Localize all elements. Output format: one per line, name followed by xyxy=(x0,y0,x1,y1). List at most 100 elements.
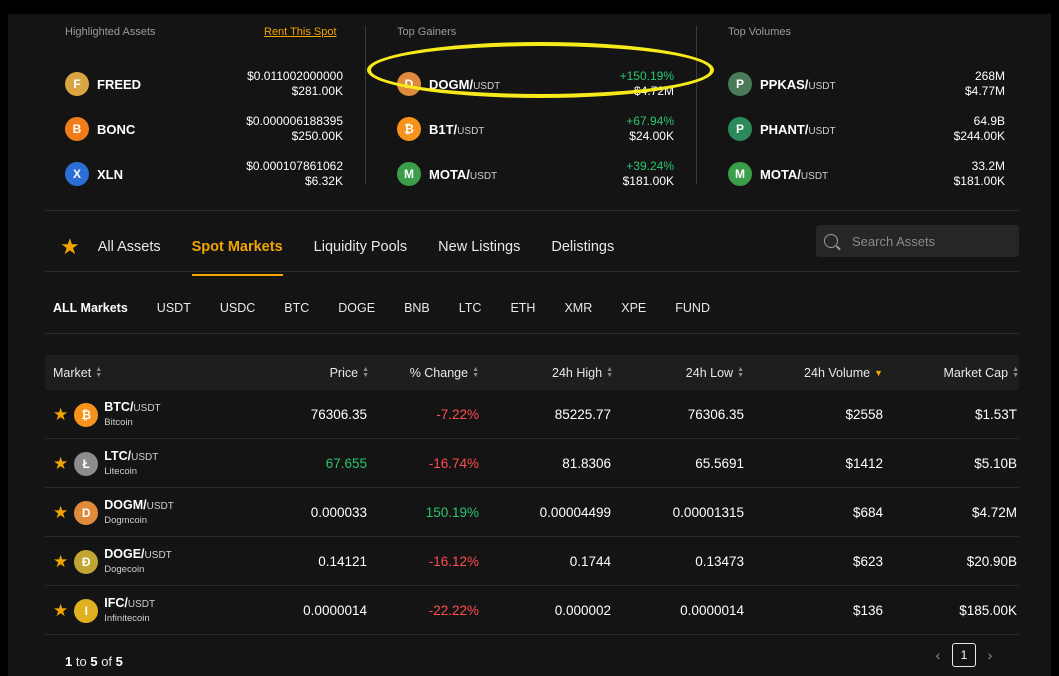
gainers-item[interactable]: ₿ B1T/USDT +67.94% $24.00K xyxy=(397,111,674,147)
column-header-24h-high[interactable]: 24h High ▲ ▼ xyxy=(552,355,613,390)
search-input[interactable] xyxy=(852,233,1002,249)
highlighted-item-name: XLN xyxy=(97,167,123,182)
table-row[interactable]: ★ I IFC/USDT Infinitecoin 0.0000014 -22.22% 0.… xyxy=(45,586,1019,635)
item-primary-value: +150.19% xyxy=(619,69,674,83)
next-page-icon[interactable]: › xyxy=(980,647,1000,663)
favorite-star-icon[interactable]: ★ xyxy=(53,503,68,523)
quote-currency: USDT xyxy=(800,170,829,182)
highlighted-item-values: $0.000107861062 $6.32K xyxy=(246,159,343,189)
item-primary-value: $0.000006188395 xyxy=(246,114,343,128)
favorite-star-icon[interactable]: ★ xyxy=(53,454,68,474)
coin-logo-icon: D xyxy=(397,72,421,96)
market-cell: ★ Ð DOGE/USDT Dogecoin xyxy=(45,537,172,586)
table-row[interactable]: ★ D DOGM/USDT Dogmcoin 0.000033 150.19% 0.0000… xyxy=(45,488,1019,537)
filter-tab-usdc[interactable]: USDC xyxy=(220,282,255,334)
highlighted-item[interactable]: B BONC $0.000006188395 $250.00K xyxy=(65,111,343,147)
tab-all-assets[interactable]: All Assets xyxy=(98,219,161,275)
tab-delistings[interactable]: Delistings xyxy=(551,219,614,275)
top-gainers-title: Top Gainers xyxy=(397,26,457,38)
market-cell: ★ Ł LTC/USDT Litecoin xyxy=(45,439,158,488)
coin-logo-icon: ₿ xyxy=(74,402,99,427)
asset-full-name: Bitcoin xyxy=(104,416,133,428)
filter-tab-xpe[interactable]: XPE xyxy=(621,282,646,334)
quote-currency: USDT xyxy=(473,80,501,92)
highlighted-item[interactable]: X XLN $0.000107861062 $6.32K xyxy=(65,156,343,192)
cap-cell: $5.10B xyxy=(974,456,1017,471)
coin-logo-icon: P xyxy=(728,117,752,141)
item-secondary-value: $181.00K xyxy=(953,174,1005,188)
volumes-item-values: 268M $4.77M xyxy=(965,69,1005,99)
volumes-item[interactable]: P PPKAS/USDT 268M $4.77M xyxy=(728,66,1005,102)
base-symbol: IFC/ xyxy=(104,595,128,610)
highlighted-item-name: BONC xyxy=(97,122,135,137)
asset-symbol: PHANT/ xyxy=(760,121,809,137)
filter-tab-btc[interactable]: BTC xyxy=(284,282,309,334)
coin-logo-icon: ₿ xyxy=(397,117,421,141)
tab-liquidity-pools[interactable]: Liquidity Pools xyxy=(314,219,408,275)
gainers-item[interactable]: M MOTA/USDT +39.24% $181.00K xyxy=(397,156,674,192)
panel-divider xyxy=(365,26,366,184)
change-cell: -7.22% xyxy=(436,407,479,422)
quote-currency: USDT xyxy=(808,125,836,137)
table-header: Market ▲ ▼ Price ▲ ▼ % Change ▲ ▼ 24h High ▲ ▼ 24h L… xyxy=(45,355,1019,390)
table-row[interactable]: ★ Ð DOGE/USDT Dogecoin 0.14121 -16.12% 0.1744 0… xyxy=(45,537,1019,586)
high-cell: 0.1744 xyxy=(569,554,611,569)
price-cell: 76306.35 xyxy=(310,407,367,422)
favorite-star-icon[interactable]: ★ xyxy=(53,552,68,572)
filter-tab-doge[interactable]: DOGE xyxy=(338,282,375,334)
column-header-24h-volume[interactable]: 24h Volume ▼ xyxy=(804,355,883,390)
low-cell: 0.00001315 xyxy=(672,505,744,520)
filter-tab-xmr[interactable]: XMR xyxy=(564,282,592,334)
tab-new-listings[interactable]: New Listings xyxy=(438,219,520,275)
filter-tab-all-markets[interactable]: ALL Markets xyxy=(53,282,128,334)
rent-this-spot-link[interactable]: Rent This Spot xyxy=(264,26,337,38)
high-cell: 0.00004499 xyxy=(539,505,611,520)
tabs-divider xyxy=(45,271,1019,272)
volumes-item-values: 33.2M $181.00K xyxy=(954,159,1005,189)
subtabs-divider xyxy=(45,333,1019,334)
volumes-item[interactable]: P PHANT/USDT 64.9B $244.00K xyxy=(728,111,1005,147)
table-row[interactable]: ★ ₿ BTC/USDT Bitcoin 76306.35 -7.22% 85225.77 7… xyxy=(45,390,1019,439)
filter-tab-usdt[interactable]: USDT xyxy=(157,282,191,334)
column-header--change[interactable]: % Change ▲ ▼ xyxy=(410,355,479,390)
coin-logo-icon: F xyxy=(65,72,89,96)
sort-desc-icon: ▼ xyxy=(874,367,883,378)
quote-currency: USDT xyxy=(808,80,836,92)
column-header-market[interactable]: Market ▲ ▼ xyxy=(53,355,102,390)
filter-tab-eth[interactable]: ETH xyxy=(510,282,535,334)
top-volumes-title: Top Volumes xyxy=(728,26,791,38)
market-name: BTC/USDT Bitcoin xyxy=(104,400,160,430)
tab-spot-markets[interactable]: Spot Markets xyxy=(191,219,283,276)
favorite-star-icon[interactable]: ★ xyxy=(53,601,68,621)
item-secondary-value: $24.00K xyxy=(629,129,674,143)
highlighted-item-values: $0.000006188395 $250.00K xyxy=(246,114,343,144)
favorites-star-icon[interactable]: ★ xyxy=(60,234,80,260)
highlighted-item[interactable]: F FREED $0.011002000000 $281.00K xyxy=(65,66,343,102)
favorite-star-icon[interactable]: ★ xyxy=(53,405,68,425)
page-number-button[interactable]: 1 xyxy=(952,643,976,667)
table-row[interactable]: ★ Ł LTC/USDT Litecoin 67.655 -16.74% 81.8306 65… xyxy=(45,439,1019,488)
column-header-24h-low[interactable]: 24h Low ▲ ▼ xyxy=(686,355,744,390)
item-secondary-value: $181.00K xyxy=(622,174,674,188)
search-box[interactable] xyxy=(816,225,1019,257)
coin-logo-icon: D xyxy=(74,500,99,525)
filter-tab-bnb[interactable]: BNB xyxy=(404,282,430,334)
volumes-item[interactable]: M MOTA/USDT 33.2M $181.00K xyxy=(728,156,1005,192)
column-header-label: Market Cap xyxy=(943,365,1009,380)
market-pair: DOGE/USDT xyxy=(104,547,172,563)
gainers-item[interactable]: D DOGM/USDT +150.19% $4.72M xyxy=(397,66,674,102)
section-divider xyxy=(45,210,1019,211)
column-header-market-cap[interactable]: Market Cap ▲ ▼ xyxy=(943,355,1019,390)
sort-icon: ▲ ▼ xyxy=(95,365,103,379)
base-symbol: DOGM/ xyxy=(104,497,147,512)
sort-icon: ▲ ▼ xyxy=(362,365,369,379)
price-cell: 0.0000014 xyxy=(303,603,367,618)
column-header-price[interactable]: Price ▲ ▼ xyxy=(330,355,369,390)
filter-tab-ltc[interactable]: LTC xyxy=(459,282,482,334)
market-filter-tabs: ALL Markets USDT USDC BTC DOGE BNB LTC ETH XMR XP… xyxy=(53,282,739,334)
asset-symbol: XLN xyxy=(97,166,123,182)
prev-page-icon[interactable]: ‹ xyxy=(928,647,948,663)
filter-tab-fund[interactable]: FUND xyxy=(675,282,710,334)
item-secondary-value: $281.00K xyxy=(291,84,343,98)
market-pair: LTC/USDT xyxy=(104,449,158,465)
